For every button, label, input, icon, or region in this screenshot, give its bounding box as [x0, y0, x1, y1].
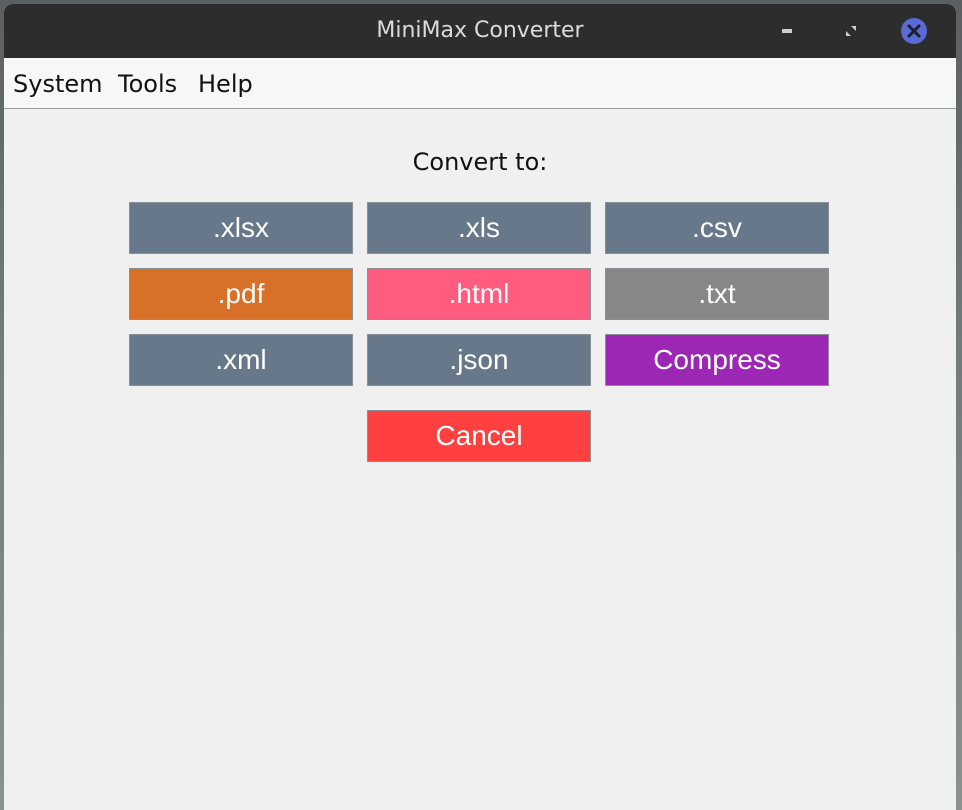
close-button[interactable] — [900, 17, 928, 45]
cancel-button[interactable]: Cancel — [367, 410, 591, 462]
convert-csv-button[interactable]: .csv — [605, 202, 829, 254]
title-bar[interactable]: MiniMax Converter — [4, 4, 956, 58]
convert-prompt: Convert to: — [412, 148, 548, 176]
minimize-button[interactable] — [773, 17, 801, 45]
menu-system[interactable]: System — [13, 70, 103, 98]
app-window: MiniMax Converter System Tools Help Conv… — [4, 4, 956, 810]
close-icon — [901, 18, 927, 44]
convert-txt-button[interactable]: .txt — [605, 268, 829, 320]
minimize-icon — [782, 29, 792, 33]
maximize-icon — [846, 26, 856, 36]
convert-xls-button[interactable]: .xls — [367, 202, 591, 254]
compress-button[interactable]: Compress — [605, 334, 829, 386]
menu-tools[interactable]: Tools — [118, 70, 177, 98]
menu-bar: System Tools Help — [4, 58, 956, 109]
convert-xml-button[interactable]: .xml — [129, 334, 353, 386]
convert-xlsx-button[interactable]: .xlsx — [129, 202, 353, 254]
convert-json-button[interactable]: .json — [367, 334, 591, 386]
window-title: MiniMax Converter — [376, 18, 584, 43]
convert-html-button[interactable]: .html — [367, 268, 591, 320]
menu-help[interactable]: Help — [198, 70, 253, 98]
maximize-button[interactable] — [837, 17, 865, 45]
convert-pdf-button[interactable]: .pdf — [129, 268, 353, 320]
